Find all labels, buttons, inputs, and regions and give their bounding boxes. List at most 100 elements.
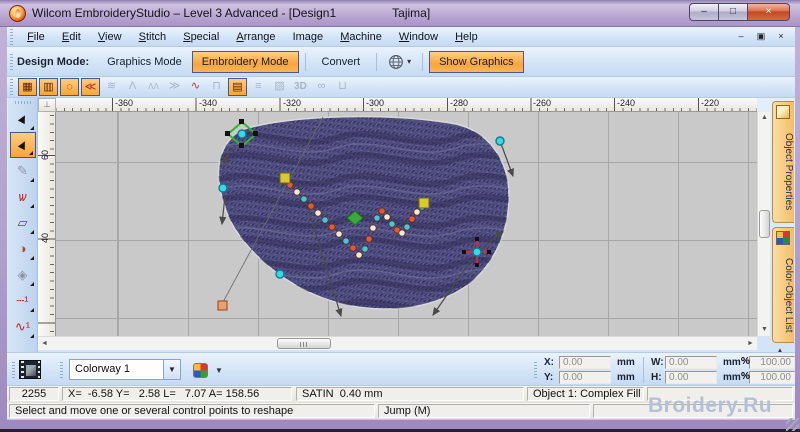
design-mode-toolbar: Design Mode: Graphics Mode Embroidery Mo… bbox=[7, 47, 795, 77]
modebar-grip[interactable] bbox=[10, 53, 13, 70]
vertical-scrollbar[interactable]: ▲ ▼ bbox=[757, 112, 770, 336]
color-object-list-icon bbox=[776, 231, 790, 245]
contour-stitch-icon[interactable]: ≋ bbox=[102, 78, 121, 96]
x-field[interactable]: 0.00 bbox=[559, 356, 611, 369]
menu-special[interactable]: Special bbox=[176, 27, 226, 47]
menu-bar: File Edit View Stitch Special Arrange Im… bbox=[7, 27, 795, 47]
w-field[interactable]: 0.00 bbox=[665, 356, 717, 369]
title-bar[interactable]: Wilcom EmbroideryStudio – Level 3 Advanc… bbox=[0, 0, 800, 27]
vertical-ruler: 60 40 bbox=[38, 112, 56, 336]
horizontal-scrollbar[interactable]: ◄ ► bbox=[38, 336, 757, 350]
show-graphics-button[interactable]: Show Graphics bbox=[429, 50, 524, 73]
graphics-mode-button[interactable]: Graphics Mode bbox=[97, 51, 192, 73]
mdi-minimize-button[interactable]: – bbox=[733, 29, 749, 44]
scroll-up-button[interactable]: ▲ bbox=[758, 112, 771, 124]
pointer-coordinates: X= -6.58 Y= 2.58 L= 7.07 A= 158.56 bbox=[62, 387, 292, 401]
flexi-split-icon[interactable]: ≫ bbox=[165, 78, 184, 96]
window-title: Wilcom EmbroideryStudio – Level 3 Advanc… bbox=[32, 6, 430, 20]
tab-object-properties[interactable]: Object Properties bbox=[772, 101, 794, 223]
scale-y-percent: % bbox=[741, 371, 750, 382]
ruler-origin-button[interactable]: ⊥ bbox=[38, 98, 56, 112]
h-field[interactable]: 0.00 bbox=[665, 371, 717, 384]
scale-y-field[interactable]: 100.00 bbox=[749, 371, 795, 384]
mdi-close-button[interactable]: × bbox=[773, 29, 789, 44]
vruler-label: 40 bbox=[40, 233, 50, 244]
scroll-down-button[interactable]: ▼ bbox=[758, 324, 771, 336]
menu-view[interactable]: View bbox=[91, 27, 129, 47]
select-object-tool[interactable]: ► bbox=[10, 106, 36, 132]
outline-stitch-icon[interactable]: ▦ bbox=[18, 78, 37, 96]
menu-image[interactable]: Image bbox=[286, 27, 331, 47]
hruler-label: -260 bbox=[533, 98, 552, 108]
globe-dropdown-arrow[interactable]: ▾ bbox=[407, 57, 411, 66]
menubar-grip[interactable] bbox=[10, 29, 13, 46]
scroll-right-button[interactable]: ► bbox=[744, 337, 757, 350]
freehand-embroidery-tool[interactable]: ѡ bbox=[10, 184, 36, 210]
w-unit: mm bbox=[723, 357, 741, 368]
menu-window[interactable]: Window bbox=[392, 27, 445, 47]
menu-file[interactable]: File bbox=[20, 27, 52, 47]
menu-machine[interactable]: Machine bbox=[333, 27, 389, 47]
menu-arrange[interactable]: Arrange bbox=[229, 27, 282, 47]
nodes-icon: ◈ bbox=[17, 267, 28, 282]
yellow-handle[interactable] bbox=[418, 197, 430, 209]
accordion-spacing-icon[interactable]: ≡ bbox=[249, 78, 268, 96]
select-arrow-icon: ► bbox=[12, 109, 33, 128]
fancy-fill-icon[interactable]: ≪ bbox=[81, 78, 100, 96]
window-title-document: Tajima] bbox=[392, 6, 431, 20]
trueview-glasses-icon[interactable]: ∞ bbox=[312, 78, 331, 96]
freehand-squiggle-icon: ѡ bbox=[18, 189, 27, 204]
tab-color-object-list[interactable]: Color-Object List bbox=[772, 227, 794, 343]
menu-edit[interactable]: Edit bbox=[55, 27, 88, 47]
closed-shape-icon: ▱ bbox=[17, 215, 28, 230]
basket-weave-icon[interactable]: ⊔ bbox=[333, 78, 352, 96]
fusion-fill-b-icon[interactable]: ΛΛ bbox=[144, 78, 163, 96]
hint-text: Select and move one or several control p… bbox=[9, 404, 375, 418]
embroidery-mode-button[interactable]: Embroidery Mode bbox=[191, 50, 299, 73]
mdi-restore-button[interactable]: ▣ bbox=[753, 29, 769, 44]
travel-mode: Jump (M) bbox=[378, 404, 590, 418]
y-field[interactable]: 0.00 bbox=[559, 371, 611, 384]
closed-object-tool[interactable]: ▱ bbox=[10, 210, 36, 236]
docked-panel-tabs: Object Properties Color-Object List ▲ ▼ bbox=[772, 101, 795, 363]
digitize-nodes-tool[interactable]: ◈ bbox=[10, 262, 36, 288]
menu-help[interactable]: Help bbox=[448, 27, 485, 47]
run-stitch-tool[interactable]: ┄¹ bbox=[10, 288, 36, 314]
convert-button[interactable]: Convert bbox=[312, 51, 371, 73]
hatch-effect-icon[interactable]: ▨ bbox=[270, 78, 289, 96]
vertical-scroll-thumb[interactable] bbox=[759, 210, 770, 238]
ellipse-tool[interactable]: ◑ bbox=[10, 236, 36, 262]
jagged-edge-icon[interactable]: ⊓ bbox=[207, 78, 226, 96]
texture-fill-icon[interactable]: ▤ bbox=[228, 78, 247, 96]
maximize-button[interactable]: □ bbox=[718, 3, 747, 21]
horizontal-scroll-thumb[interactable] bbox=[277, 338, 331, 349]
embroidery-design[interactable] bbox=[56, 112, 757, 336]
x-label: X: bbox=[544, 357, 554, 368]
fusion-fill-a-icon[interactable]: Λ bbox=[123, 78, 142, 96]
zigzag-run-tool[interactable]: ∿¹ bbox=[10, 314, 36, 340]
resize-grip[interactable] bbox=[786, 418, 799, 431]
tatami-fill-icon[interactable]: ▥ bbox=[39, 78, 58, 96]
bottom-toolbar: Colorway 1 ▼ ▼ X: 0.00 mm W: 0.00 mm 100… bbox=[7, 352, 795, 386]
yellow-handle[interactable] bbox=[279, 172, 291, 184]
app-icon bbox=[9, 5, 26, 22]
hoop-globe-button[interactable]: ▾ bbox=[383, 51, 416, 73]
menu-stitch[interactable]: Stitch bbox=[132, 27, 174, 47]
design-canvas[interactable] bbox=[56, 112, 757, 336]
iconbar-grip[interactable] bbox=[10, 79, 13, 95]
close-button[interactable]: × bbox=[747, 3, 790, 21]
scroll-left-button[interactable]: ◄ bbox=[38, 337, 51, 350]
motif-fill-icon[interactable]: ◌ bbox=[60, 78, 79, 96]
knife-tool[interactable]: ✎ bbox=[10, 158, 36, 184]
liquid-effect-icon[interactable]: ∿ bbox=[186, 78, 205, 96]
w-label: W: bbox=[651, 357, 664, 368]
3d-effect-icon[interactable]: 3D bbox=[291, 78, 310, 96]
h-label: H: bbox=[651, 372, 662, 383]
scale-x-field[interactable]: 100.00 bbox=[749, 356, 795, 369]
hruler-label: -320 bbox=[283, 98, 302, 108]
h-unit: mm bbox=[723, 372, 741, 383]
minimize-button[interactable]: – bbox=[689, 3, 718, 21]
orange-handle[interactable] bbox=[217, 300, 228, 311]
reshape-object-tool[interactable]: ► bbox=[9, 132, 36, 158]
toolpalette-grip[interactable] bbox=[14, 101, 31, 104]
